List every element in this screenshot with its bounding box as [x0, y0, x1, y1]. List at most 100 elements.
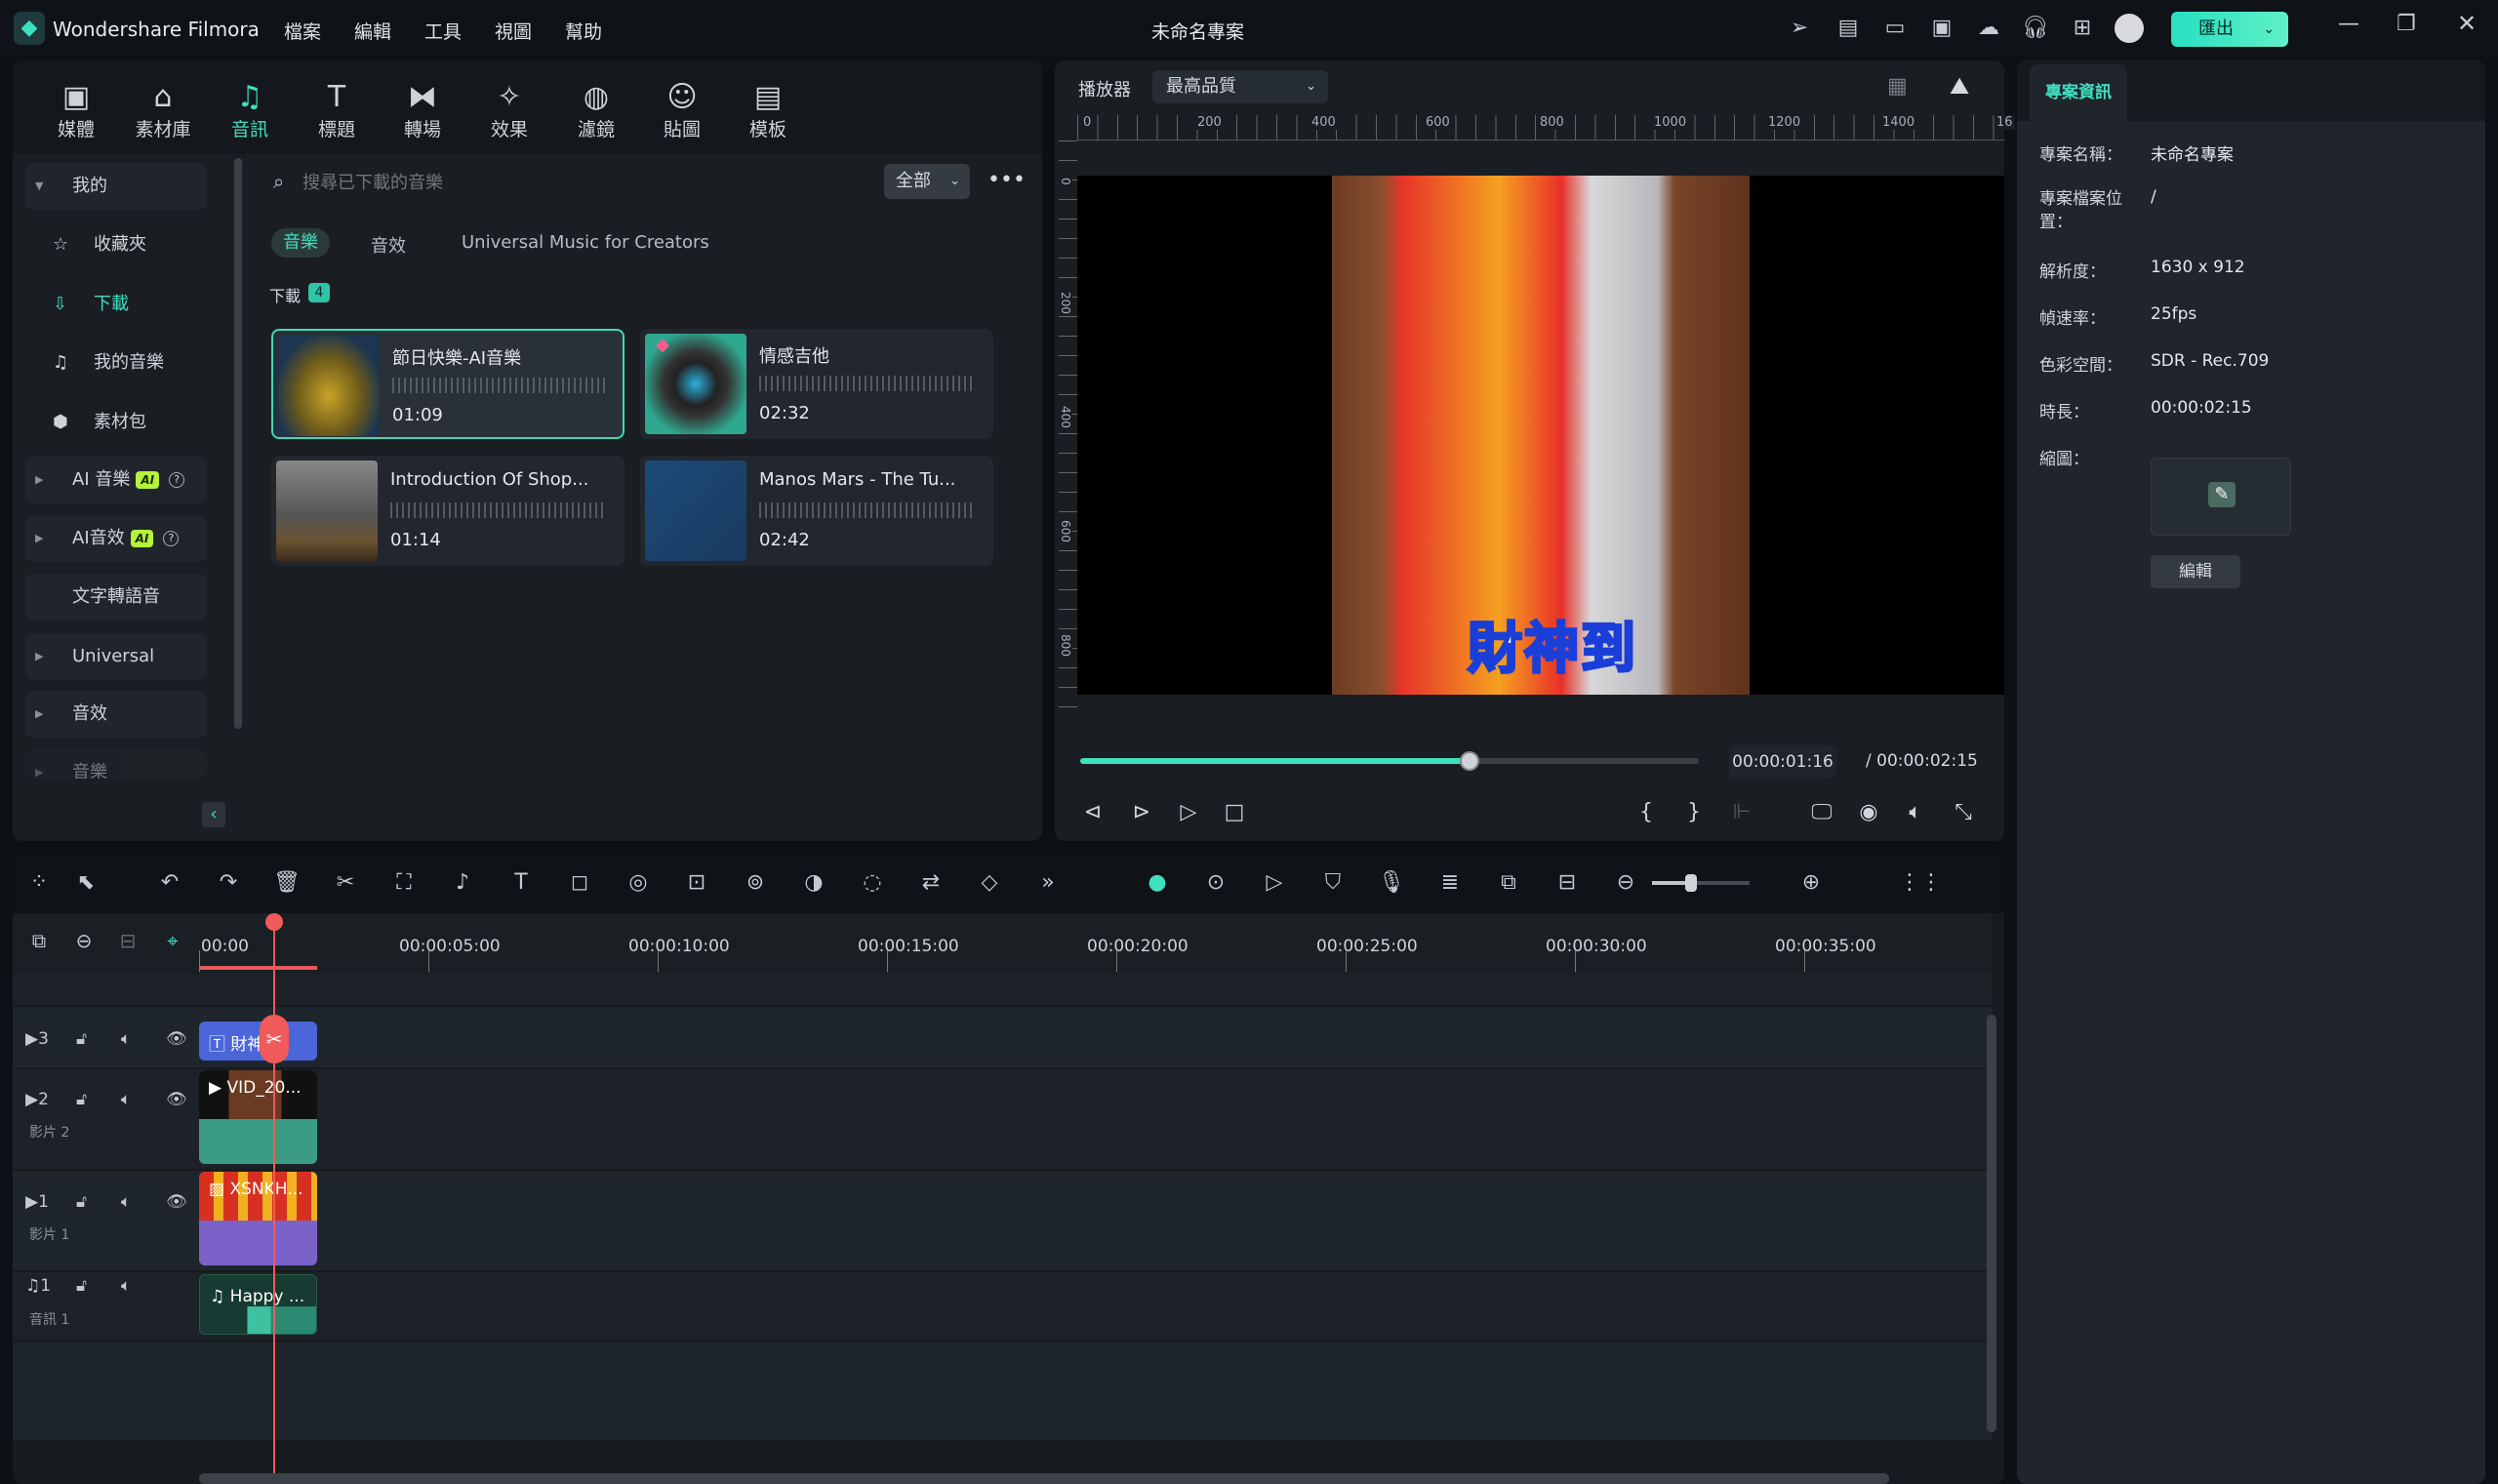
save-icon[interactable]: ▣ — [1928, 16, 1955, 40]
group-icon[interactable]: ⊟ — [112, 929, 143, 952]
tab-music[interactable]: 音樂 — [271, 228, 330, 258]
mark-out-icon[interactable]: } — [1679, 800, 1709, 824]
tool-stock[interactable]: ⌂ 素材庫 — [129, 80, 197, 141]
menu-tools[interactable]: 工具 — [424, 18, 462, 44]
stop-icon[interactable]: □ — [1220, 800, 1249, 824]
mask-icon[interactable]: ◻ — [564, 870, 595, 895]
ai-helper-icon[interactable]: ● — [1142, 870, 1173, 895]
mute-icon[interactable]: 🔈︎ — [121, 1276, 131, 1296]
fit-icon[interactable]: ⊟ — [1551, 870, 1583, 895]
menu-edit[interactable]: 編輯 — [354, 18, 391, 44]
music-card[interactable]: 節日快樂-AI音樂 01:09 — [271, 329, 624, 439]
tool-effects[interactable]: ✧ 效果 — [475, 80, 544, 141]
zoom-slider-handle[interactable] — [1685, 874, 1697, 892]
tool-transitions[interactable]: ⧓ 轉場 — [388, 80, 457, 141]
menu-help[interactable]: 幫助 — [565, 18, 602, 44]
subtitle-icon[interactable]: ≣ — [1434, 870, 1466, 895]
sidebar-item-tts[interactable]: 文字轉語音 — [25, 574, 207, 621]
search-input[interactable] — [302, 168, 849, 197]
layout-icon[interactable]: ▭ — [1881, 16, 1909, 40]
chevron-down-icon[interactable]: ⌄ — [2263, 12, 2275, 47]
sidebar-item-favorites[interactable]: ☆ 收藏夾 — [25, 221, 207, 268]
play-icon[interactable]: ▷ — [1174, 800, 1203, 824]
translate-icon[interactable]: ⇄ — [915, 870, 947, 895]
mute-icon[interactable]: 🔈︎ — [121, 1192, 131, 1212]
tool-media[interactable]: ▣ 媒體 — [42, 80, 110, 141]
tool-stickers[interactable]: ☺ 貼圖 — [648, 80, 716, 141]
snap-icon[interactable]: ⌖ — [157, 929, 188, 952]
playback-progress[interactable] — [1080, 751, 1699, 771]
music-card[interactable]: Manos Mars - The Tu... 02:42 — [640, 456, 993, 566]
eye-icon[interactable]: 👁︎ — [166, 1029, 187, 1049]
tool-filters[interactable]: ◍ 濾鏡 — [562, 80, 630, 141]
audio-clip[interactable]: ♫ Happy ... — [199, 1274, 317, 1335]
scope-icon[interactable]: ⛰ — [1950, 72, 1969, 100]
lock-icon[interactable]: 🔓︎ — [76, 1090, 87, 1109]
filter-dropdown[interactable]: 全部 ⌄ — [884, 164, 970, 199]
more-options-icon[interactable]: ••• — [987, 168, 1026, 192]
marker-icon[interactable]: ⛉ — [1317, 870, 1349, 895]
grid-view-icon[interactable]: ▦ — [1887, 74, 1908, 99]
sidebar-item-downloads[interactable]: ⇩ 下載 — [25, 281, 207, 328]
sidebar-scrollbar[interactable] — [234, 158, 242, 729]
timeline-vertical-scrollbar[interactable] — [1987, 1015, 1996, 1432]
tab-project-info[interactable]: 專案資訊 — [2030, 64, 2127, 121]
ai-text-icon[interactable]: ⊡ — [681, 870, 712, 895]
image-clip[interactable]: ▨ XSNKH... — [199, 1172, 317, 1265]
audio-stretch-icon[interactable]: ♪ — [447, 870, 478, 895]
volume-icon[interactable]: 🔈︎ — [1901, 800, 1930, 824]
display-icon[interactable]: 🖵︎ — [1807, 800, 1836, 824]
tab-sfx[interactable]: 音效 — [371, 232, 406, 258]
sidebar-item-my-music[interactable]: ♫ 我的音樂 — [25, 340, 207, 386]
pip-icon[interactable]: ⧉ — [1493, 870, 1524, 895]
avatar[interactable] — [2115, 14, 2144, 43]
music-card[interactable]: ◆ 情感吉他 02:32 — [640, 329, 993, 439]
sidebar-item-ai-music[interactable]: ▶ AI 音樂 AI? — [25, 457, 207, 503]
help-icon[interactable]: ? — [169, 472, 185, 488]
camera-icon[interactable]: ⊙ — [1200, 870, 1231, 895]
lock-icon[interactable]: 🔓︎ — [76, 1029, 87, 1049]
video-clip[interactable]: ▶ VID_20... — [199, 1070, 317, 1164]
tab-universal[interactable]: Universal Music for Creators — [462, 232, 709, 253]
eye-icon[interactable]: 👁︎ — [166, 1192, 187, 1212]
stabilize-icon[interactable]: ◌ — [857, 870, 888, 895]
sidebar-item-music[interactable]: ▶ 音樂 — [25, 749, 207, 779]
next-frame-icon[interactable]: ⊳ — [1127, 800, 1156, 824]
text-icon[interactable]: T — [505, 870, 537, 895]
zoom-slider[interactable] — [1652, 874, 1750, 892]
undo-icon[interactable]: ↶ — [154, 870, 185, 895]
mute-icon[interactable]: 🔈︎ — [121, 1029, 131, 1049]
fullscreen-icon[interactable]: ⤡ — [1949, 800, 1978, 824]
tool-templates[interactable]: ▤ 模板 — [734, 80, 802, 141]
split-scissors-icon[interactable]: ✂ — [260, 1015, 289, 1063]
link-icon[interactable]: ⊖ — [68, 929, 100, 952]
zoom-in-icon[interactable]: ⊕ — [1795, 870, 1827, 895]
close-icon[interactable]: ✕ — [2457, 10, 2477, 37]
redo-icon[interactable]: ↷ — [213, 870, 244, 895]
delete-icon[interactable]: 🗑︎ — [271, 870, 302, 895]
add-track-icon[interactable]: ⧉ — [23, 929, 55, 952]
sidebar-item-ai-sfx[interactable]: ▶ AI音效 AI? — [25, 515, 207, 562]
speed-icon[interactable]: ◎ — [623, 870, 654, 895]
cut-icon[interactable]: ✂ — [330, 870, 361, 895]
send-icon[interactable]: ➢ — [1786, 16, 1813, 40]
collapse-sidebar-button[interactable]: ‹ — [202, 802, 225, 827]
task-icon[interactable]: ▤ — [1834, 16, 1862, 40]
quality-dropdown[interactable]: 最高品質 ⌄ — [1152, 70, 1328, 103]
playhead[interactable] — [273, 915, 275, 1484]
tool-audio[interactable]: ♫ 音訊 — [216, 80, 284, 141]
timeline-horizontal-scrollbar[interactable] — [199, 1473, 1889, 1484]
edit-thumbnail-button[interactable]: 編輯 — [2151, 555, 2240, 588]
thumbnail-preview[interactable]: ✎ — [2151, 458, 2291, 536]
headset-icon[interactable]: 🎧︎ — [2022, 16, 2049, 40]
snapshot-icon[interactable]: ◉ — [1854, 800, 1883, 824]
insert-icon[interactable]: ⊩ — [1727, 800, 1756, 824]
music-card[interactable]: Introduction Of Shop... 01:14 — [271, 456, 624, 566]
keyframe-icon[interactable]: ◇ — [974, 870, 1005, 895]
lock-icon[interactable]: 🔓︎ — [76, 1192, 87, 1212]
sidebar-item-universal[interactable]: ▶Universal Mus... — [25, 633, 207, 713]
layout-menu-icon[interactable]: ⋮⋮ — [1899, 870, 1942, 895]
tool-titles[interactable]: T 標題 — [302, 80, 371, 141]
export-button[interactable]: 匯出 ⌄ — [2171, 12, 2288, 47]
sidebar-item-packs[interactable]: ⬢ 素材包 — [25, 399, 207, 446]
